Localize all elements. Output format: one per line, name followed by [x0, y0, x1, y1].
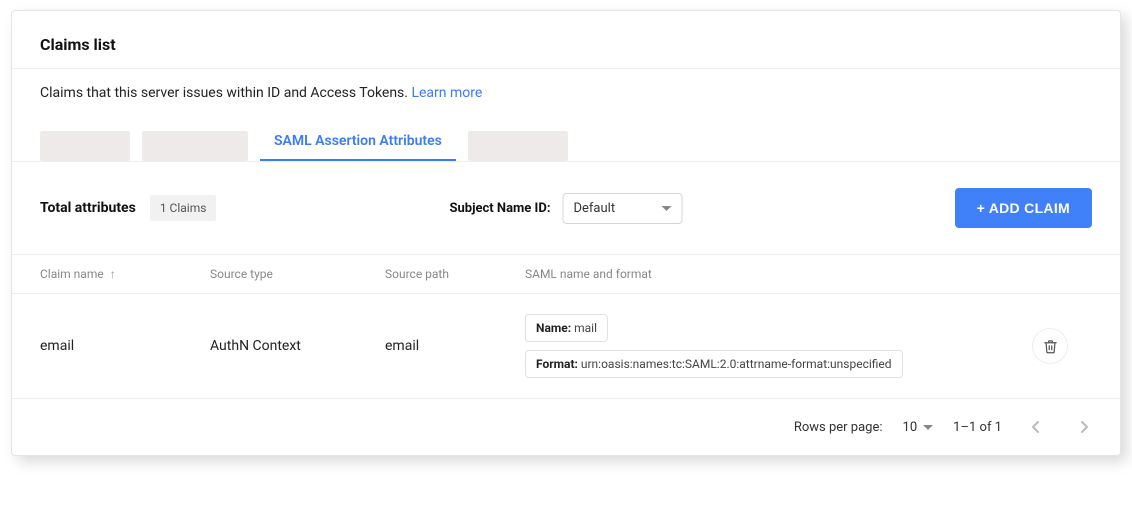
- learn-more-link[interactable]: Learn more: [411, 85, 482, 101]
- chevron-down-icon: [661, 206, 671, 211]
- rows-per-page-value: 10: [903, 420, 918, 435]
- table-row: email AuthN Context email Name: mail For…: [12, 294, 1120, 399]
- claims-card: Claims list Claims that this server issu…: [11, 10, 1121, 456]
- add-claim-button[interactable]: + ADD CLAIM: [955, 188, 1092, 228]
- count-badge: 1 Claims: [150, 195, 217, 221]
- tab-saml-attributes[interactable]: SAML Assertion Attributes: [260, 125, 456, 161]
- cell-source-path: email: [385, 338, 525, 354]
- saml-format-key: Format:: [536, 357, 578, 371]
- rows-per-page-select[interactable]: 10: [903, 420, 934, 435]
- cell-claim: email: [40, 338, 210, 354]
- tabs: SAML Assertion Attributes: [12, 125, 1120, 161]
- col-source-path[interactable]: Source path: [385, 267, 525, 281]
- arrow-up-icon: ↑: [110, 267, 116, 281]
- chevron-left-icon: [1032, 421, 1040, 433]
- subject-name-label: Subject Name ID:: [450, 201, 551, 216]
- card-header: Claims list: [12, 11, 1120, 68]
- col-actions: [1032, 267, 1092, 281]
- subject-name-group: Subject Name ID: Default: [450, 193, 683, 224]
- page-title: Claims list: [40, 35, 1092, 54]
- tab-placeholder[interactable]: [40, 131, 130, 161]
- saml-name-val: mail: [571, 321, 597, 335]
- delete-button[interactable]: [1032, 328, 1068, 364]
- attribute-bar: Total attributes 1 Claims Subject Name I…: [12, 162, 1120, 254]
- subject-name-select[interactable]: Default: [562, 193, 682, 224]
- col-source-type[interactable]: Source type: [210, 267, 385, 281]
- subject-name-value: Default: [573, 201, 615, 216]
- cell-actions: [1032, 328, 1092, 364]
- saml-format-val: urn:oasis:names:tc:SAML:2.0:attrname-for…: [578, 357, 892, 371]
- rows-per-page-label: Rows per page:: [794, 420, 883, 435]
- col-claim-label: Claim name: [40, 267, 104, 281]
- prev-page-button[interactable]: [1022, 413, 1050, 441]
- cell-saml: Name: mail Format: urn:oasis:names:tc:SA…: [525, 314, 1032, 378]
- saml-chips: Name: mail Format: urn:oasis:names:tc:SA…: [525, 314, 1032, 378]
- saml-name-key: Name:: [536, 321, 571, 335]
- cell-source-type: AuthN Context: [210, 338, 385, 354]
- col-saml[interactable]: SAML name and format: [525, 267, 1032, 281]
- page-range: 1–1 of 1: [953, 420, 1002, 435]
- tab-placeholder[interactable]: [142, 131, 248, 161]
- pagination: Rows per page: 10 1–1 of 1: [12, 399, 1120, 455]
- col-claim-name[interactable]: Claim name ↑: [40, 267, 210, 281]
- next-page-button[interactable]: [1070, 413, 1098, 441]
- table-header: Claim name ↑ Source type Source path SAM…: [12, 254, 1120, 294]
- description-text: Claims that this server issues within ID…: [40, 85, 411, 101]
- total-attributes-label: Total attributes: [40, 200, 136, 216]
- tab-placeholder[interactable]: [468, 131, 568, 161]
- description-row: Claims that this server issues within ID…: [12, 69, 1120, 125]
- saml-format-chip: Format: urn:oasis:names:tc:SAML:2.0:attr…: [525, 350, 903, 378]
- chevron-down-icon: [923, 425, 933, 430]
- saml-name-chip: Name: mail: [525, 314, 608, 342]
- trash-icon: [1043, 339, 1058, 354]
- chevron-right-icon: [1080, 421, 1088, 433]
